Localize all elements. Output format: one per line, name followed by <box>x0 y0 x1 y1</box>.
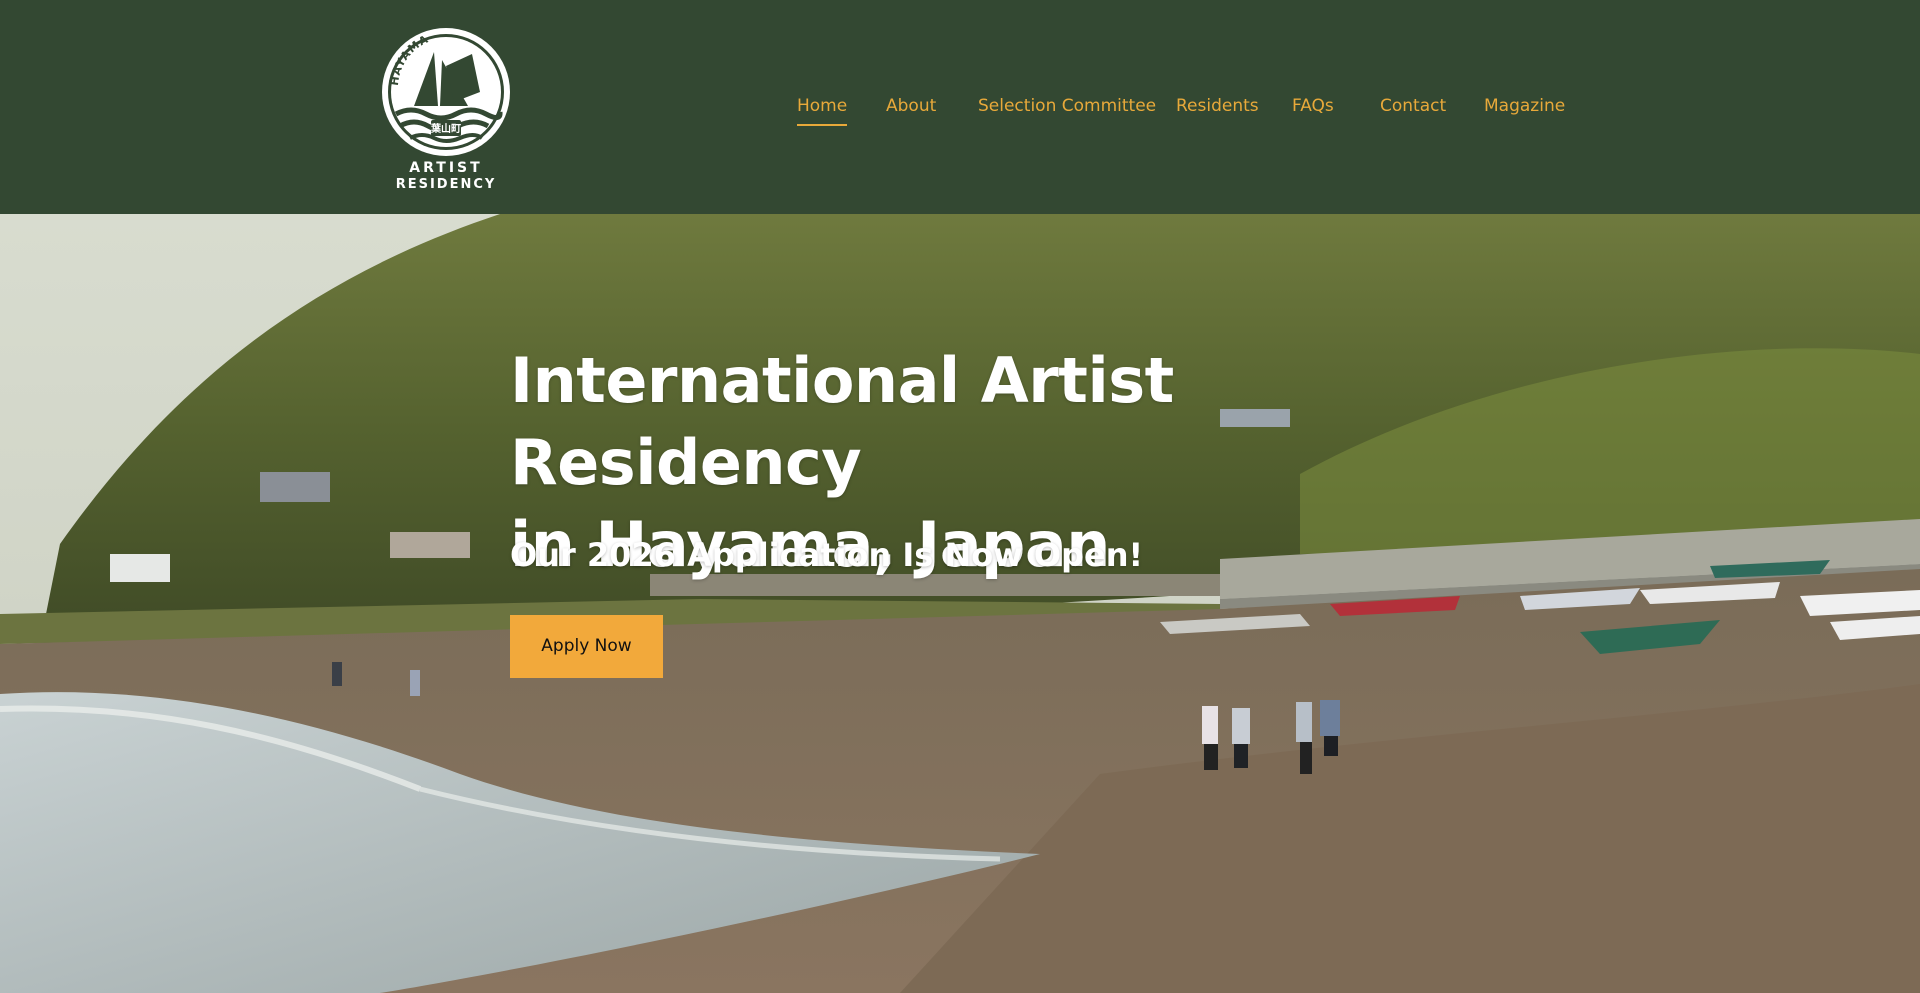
nav-residents[interactable]: Residents <box>1176 92 1259 120</box>
hero-subtitle: Our 2026 Application Is Now Open! <box>510 536 1144 574</box>
nav-home[interactable]: Home <box>797 92 848 126</box>
hero-section: International Artist Residency in Hayama… <box>0 214 1920 993</box>
nav-about[interactable]: About <box>886 92 936 120</box>
nav-faqs[interactable]: FAQs <box>1292 92 1334 120</box>
site-header: 葉山町 HAYAMA ARTIST RESIDENCY Home About S… <box>0 0 1920 214</box>
apply-now-button[interactable]: Apply Now <box>510 615 663 678</box>
nav-selection-committee[interactable]: Selection Committee <box>978 92 1156 120</box>
nav-contact[interactable]: Contact <box>1380 92 1446 120</box>
hero-title-line1: International Artist Residency <box>510 344 1174 499</box>
svg-text:ARTIST: ARTIST <box>409 160 482 176</box>
nav-magazine[interactable]: Magazine <box>1484 92 1565 120</box>
main-nav: Home About Selection Committee Residents… <box>0 92 1920 132</box>
hero-background-image <box>0 214 1920 993</box>
svg-text:RESIDENCY: RESIDENCY <box>396 177 497 192</box>
